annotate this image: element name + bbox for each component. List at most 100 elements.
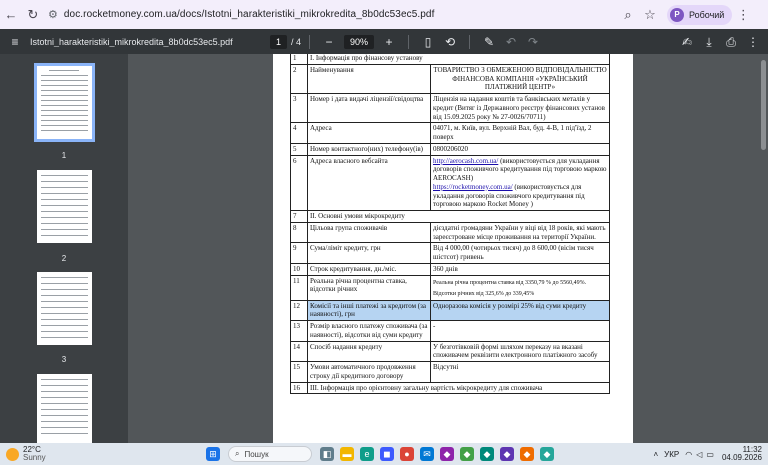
row-number: 5 (290, 142, 308, 156)
wifi-icon[interactable]: ◠ (685, 450, 692, 459)
row-number: 8 (290, 221, 308, 244)
fit-page-icon[interactable]: ▯ (417, 31, 439, 53)
row-label: Сума/ліміт кредиту, грн (307, 242, 431, 264)
row-value: Реальна річна процентна ставка від 3350,… (430, 274, 610, 301)
volume-icon[interactable]: ◁ (696, 450, 702, 459)
row-label: Цільова група споживачів (307, 221, 431, 244)
table-row: 11 Реальна річна процентна ставка, відсот… (290, 274, 610, 301)
app-icon-3[interactable]: ◆ (480, 447, 494, 461)
page-number-input[interactable]: 1 (270, 34, 288, 49)
site-info-icon[interactable]: ⚙ (48, 8, 58, 21)
value-text: 0800206020 (433, 144, 468, 153)
windows-taskbar: 22°C Sunny ⊞ ⌕ Пошук ◧ ▬ e ◼ ● ✉ ◆ ◆ ◆ ◆… (0, 443, 768, 465)
battery-icon[interactable]: ▭ (706, 450, 714, 459)
zoom-input[interactable]: 90% (344, 34, 375, 49)
thumbnail-number: 1 (61, 151, 67, 160)
row-label: Адреса (307, 122, 431, 144)
avatar: Р (670, 7, 684, 22)
edit-sign-icon[interactable]: ✍ (676, 31, 698, 53)
chrome-icon[interactable]: ● (400, 447, 414, 461)
vertical-scrollbar[interactable] (758, 54, 768, 443)
row-label: Спосіб надання кредиту (307, 340, 431, 362)
system-tray: ˄ УКР ◠ ◁ ▭ 11:32 04.09.2026 (654, 443, 763, 465)
toolbar-divider (309, 34, 311, 49)
value-text: 360 днів (433, 264, 458, 273)
toolbar-divider-2 (408, 34, 410, 49)
pdf-page: 1 I. Інформація про фінансову установу 2 На… (273, 54, 633, 443)
rotate-icon[interactable]: ⟲ (439, 31, 461, 53)
thumbnail-page-2[interactable] (37, 170, 92, 243)
zoom-search-icon[interactable]: ⌕ (617, 4, 639, 26)
pdf-viewer[interactable]: 1 I. Інформація про фінансову установу 2 На… (128, 54, 768, 443)
language-indicator[interactable]: УКР (664, 450, 679, 459)
row-value: дієздатні громадяни України у віці від 1… (430, 221, 610, 244)
sidebar-menu-icon[interactable]: ≡ (4, 31, 26, 53)
widgets-icon[interactable]: ◧ (320, 447, 334, 461)
clock[interactable]: 11:32 04.09.2026 (721, 445, 762, 463)
table-row: 14 Спосіб надання кредиту У безготівковій … (290, 340, 610, 362)
row-value: Одноразова комісія у розмірі 25% від сум… (430, 299, 610, 321)
row-number: 13 (290, 320, 308, 342)
url-field[interactable]: ⚙ doc.rocketmoney.com.ua/docs/Istotni_ha… (48, 4, 613, 26)
table-row: 2 Найменування ТОВАРИСТВО З ОБМЕЖЕНОЮ ВІДП… (290, 63, 610, 95)
undo-icon[interactable]: ↶ (500, 31, 522, 53)
row-label: II. Основні умови мікрокредиту (307, 210, 610, 223)
thumbnail-page-4[interactable] (37, 374, 92, 443)
download-icon[interactable]: ⤓ (698, 31, 720, 53)
weather-widget[interactable]: 22°C Sunny (0, 445, 95, 463)
row-value: Ліцензія на надання коштів та банківськи… (430, 92, 610, 124)
table-row: 16 III. Інформація про орієнтовну загальн… (290, 381, 610, 395)
thumbnail-sidebar: 1 2 3 (0, 54, 128, 443)
value-text: Одноразова комісія у розмірі 25% від сум… (433, 301, 587, 310)
row-label: Умови автоматичного продовження строку д… (307, 361, 431, 383)
back-arrow-icon[interactable]: ← (0, 4, 22, 26)
windows-start-icon[interactable]: ⊞ (206, 447, 220, 461)
value-text: ТОВАРИСТВО З ОБМЕЖЕНОЮ ВІДПОВІДАЛЬНІСТЮ … (433, 65, 607, 92)
row-number: 11 (290, 274, 308, 301)
value-text: Ліцензія на надання коштів та банківськи… (433, 95, 605, 121)
row-number: 15 (290, 361, 308, 383)
bookmark-star-icon[interactable]: ☆ (639, 4, 661, 26)
date: 04.09.2026 (721, 453, 762, 462)
annotate-pen-icon[interactable]: ✎ (478, 31, 500, 53)
value-text: У безготівковій формі шляхом переказу на… (433, 342, 598, 360)
taskbar-search[interactable]: ⌕ Пошук (228, 446, 312, 462)
menu-kebab-icon[interactable]: ⋮ (732, 4, 754, 26)
mail-icon[interactable]: ✉ (420, 447, 434, 461)
store-icon[interactable]: ◼ (380, 447, 394, 461)
value-text: Реальна річна процентна ставка від 3350,… (433, 279, 587, 286)
value-text: 04071, м. Київ, вул. Верхній Вал, буд. 4… (433, 124, 592, 141)
row-label: Строк кредитування, дн./міс. (307, 262, 431, 276)
chevron-up-icon[interactable]: ˄ (654, 450, 659, 459)
table-row: 3 Номер і дата видачі ліцензії/свідоцтва Л… (290, 92, 610, 124)
zoom-in-icon[interactable]: + (378, 31, 400, 53)
table-row: 1 I. Інформація про фінансову установу (290, 54, 610, 65)
file-explorer-icon[interactable]: ▬ (340, 447, 354, 461)
sun-icon (6, 447, 19, 461)
app-icon-6[interactable]: ◆ (540, 447, 554, 461)
website-link[interactable]: http://aerocash.com.ua/ (433, 157, 498, 165)
row-number: 6 (290, 154, 308, 211)
table-row: 9 Сума/ліміт кредиту, грн Від 4 000,00 (чо… (290, 242, 610, 264)
row-label: Реальна річна процентна ставка, відсотки… (307, 274, 431, 301)
app-icon-2[interactable]: ◆ (460, 447, 474, 461)
website-link[interactable]: https://rocketmoney.com.ua/ (433, 183, 513, 191)
scrollbar-thumb[interactable] (761, 60, 766, 150)
thumbnail-number: 2 (61, 254, 67, 263)
row-number: 14 (290, 340, 308, 362)
thumbnail-page-3[interactable] (37, 272, 92, 345)
profile-button[interactable]: Р Робочий (667, 4, 733, 25)
thumbnail-page-1[interactable] (34, 63, 95, 142)
row-label: Комісії та інші платежі за кредитом (за … (307, 299, 431, 321)
url-text: doc.rocketmoney.com.ua/docs/Istotni_hara… (63, 9, 435, 20)
zoom-out-icon[interactable]: − (318, 31, 340, 53)
more-options-icon[interactable]: ⋮ (742, 31, 764, 53)
edge-icon[interactable]: e (360, 447, 374, 461)
app-icon[interactable]: ◆ (440, 447, 454, 461)
reload-icon[interactable]: ↻ (22, 4, 44, 26)
row-value: 04071, м. Київ, вул. Верхній Вал, буд. 4… (430, 122, 610, 144)
print-icon[interactable]: ⎙ (720, 31, 742, 53)
app-icon-4[interactable]: ◆ (500, 447, 514, 461)
redo-icon[interactable]: ↷ (522, 31, 544, 53)
app-icon-5[interactable]: ◆ (520, 447, 534, 461)
